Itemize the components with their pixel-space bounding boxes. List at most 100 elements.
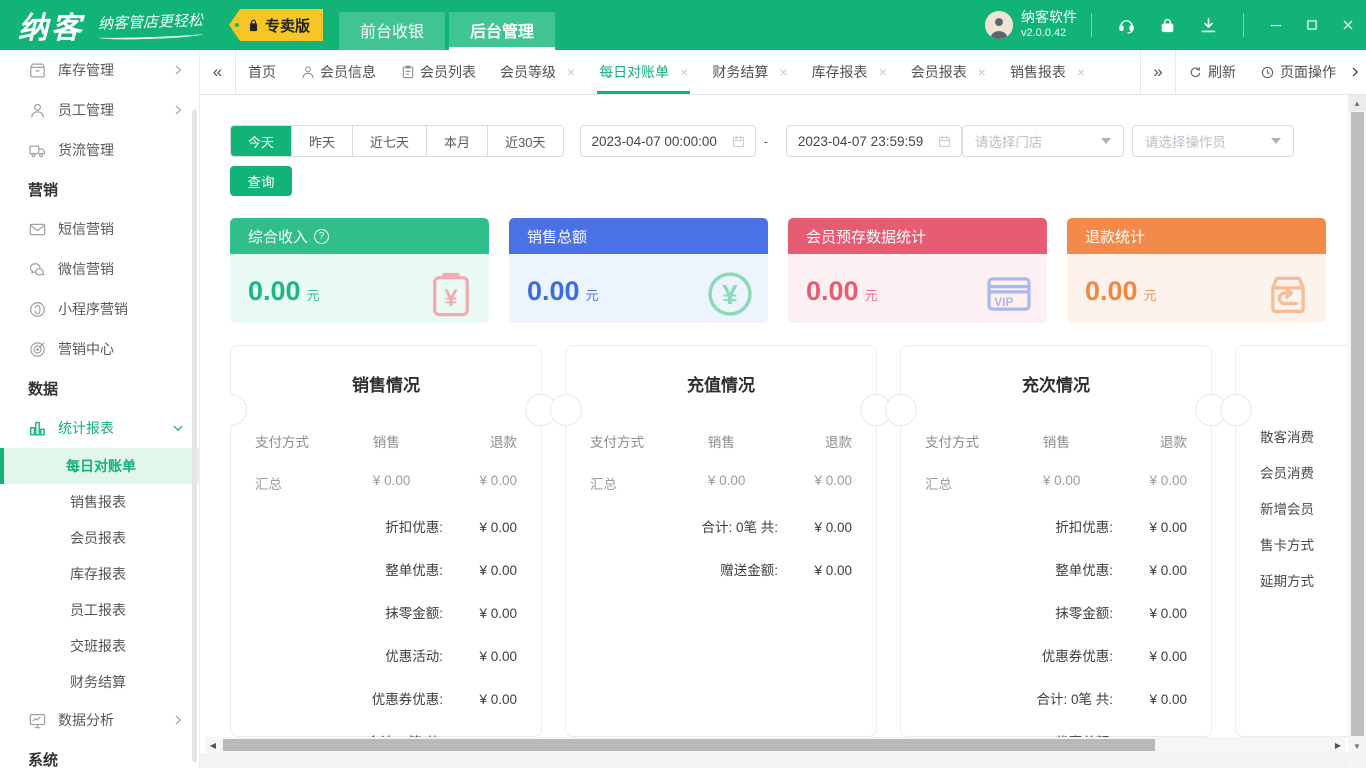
stat-card-0: 综合收入 ? 0.00 元 ¥	[230, 218, 489, 323]
store-select[interactable]: 请选择门店	[962, 125, 1124, 157]
tab-label: 会员列表	[420, 62, 476, 82]
hscroll-right-arrow[interactable]: ▶	[1330, 737, 1346, 753]
page-actions-button[interactable]: 页面操作	[1248, 50, 1348, 94]
tab-5[interactable]: 财务结算 ×	[700, 50, 799, 94]
panel-summary-row: 折扣优惠: ¥ 0.00	[925, 516, 1187, 536]
hscroll-left-arrow[interactable]: ◀	[205, 737, 221, 753]
app-version: v2.0.0.42	[1021, 27, 1077, 41]
user-info[interactable]: 纳客软件 v2.0.0.42	[1021, 9, 1077, 40]
operator-select-placeholder: 请选择操作员	[1145, 131, 1226, 151]
tab-close-icon[interactable]: ×	[1077, 65, 1085, 79]
box-icon	[28, 61, 47, 80]
sidebar-item-17[interactable]: 数据分析	[0, 700, 199, 740]
tab-1[interactable]: 会员信息	[288, 50, 388, 94]
app-window: 纳客 纳客管店更轻松 专卖版 前台收银后台管理 纳客软件 v2.0.0.42 库…	[0, 0, 1366, 768]
vscroll-thumb[interactable]	[1351, 112, 1364, 736]
quick-range-button-3[interactable]: 本月	[426, 126, 487, 156]
tab-close-icon[interactable]: ×	[779, 65, 787, 79]
sidebar-item-4[interactable]: 短信营销	[0, 209, 199, 249]
tabbar: « 首页 会员信息 会员列表 会员等级 × 每日对账单 × 财务结算 × 库存报…	[200, 50, 1366, 95]
date-to-input[interactable]: 2023-04-07 23:59:59	[786, 125, 962, 157]
hscroll-track[interactable]	[221, 737, 1330, 753]
quick-range-button-4[interactable]: 近30天	[487, 126, 562, 156]
sidebar-item-7[interactable]: 营销中心	[0, 329, 199, 369]
close-button[interactable]	[1330, 0, 1366, 50]
lock-icon[interactable]	[1158, 16, 1177, 35]
download-icon[interactable]	[1199, 16, 1218, 35]
sidebar-subitem-14[interactable]: 员工报表	[0, 592, 199, 628]
tabs-collapse-right-button[interactable]: »	[1140, 50, 1176, 94]
filter-row: 今天昨天近七天本月近30天 2023-04-07 00:00:00 - 2023…	[230, 125, 1348, 157]
circle-yuan-icon: ¥	[704, 268, 756, 320]
stat-card-unit: 元	[307, 285, 320, 304]
refresh-button[interactable]: 刷新	[1176, 50, 1248, 94]
sidebar-subitem-13[interactable]: 库存报表	[0, 556, 199, 592]
panel-summary-row: 抹零金额: ¥ 0.00	[925, 602, 1187, 622]
tab-actions: » 刷新 页面操作	[1140, 50, 1366, 94]
panel-column-headers: 支付方式 销售 退款	[590, 431, 852, 451]
chevron-right-icon[interactable]	[1348, 65, 1362, 79]
mail-icon	[28, 220, 47, 239]
panel-summary-row: 优惠活动: ¥ 0.00	[255, 645, 517, 665]
hscroll-thumb[interactable]	[223, 739, 1155, 751]
sidebar-subitem-10[interactable]: 每日对账单	[0, 448, 199, 484]
date-from-input[interactable]: 2023-04-07 00:00:00	[580, 125, 756, 157]
chart-icon	[28, 419, 47, 438]
vscroll-down-arrow[interactable]: ▼	[1348, 738, 1366, 754]
help-icon[interactable]: ?	[314, 229, 329, 244]
topnav-button-0[interactable]: 前台收银	[339, 12, 445, 50]
user-icon	[300, 64, 316, 80]
topnav-button-1[interactable]: 后台管理	[449, 12, 555, 50]
calendar-icon	[731, 134, 746, 149]
edition-badge-label: 专卖版	[265, 15, 310, 36]
query-button[interactable]: 查询	[230, 166, 292, 196]
sidebar-item-5[interactable]: 微信营销	[0, 249, 199, 289]
sidebar-item-1[interactable]: 员工管理	[0, 90, 199, 130]
report-panel-3: 散客消费会员消费新增会员售卡方式延期方式	[1235, 345, 1348, 737]
avatar[interactable]	[985, 11, 1013, 39]
tab-4[interactable]: 每日对账单 ×	[587, 50, 700, 94]
stat-card-unit: 元	[1144, 285, 1157, 304]
customer-service-icon[interactable]	[1117, 16, 1136, 35]
tab-8[interactable]: 销售报表 ×	[998, 50, 1097, 94]
shopping-bag-icon	[245, 17, 262, 34]
quick-range-button-0[interactable]: 今天	[231, 126, 291, 156]
stat-card-title: 销售总额	[509, 218, 768, 254]
operator-select[interactable]: 请选择操作员	[1132, 125, 1294, 157]
tab-0[interactable]: 首页	[236, 50, 288, 94]
tab-close-icon[interactable]: ×	[567, 65, 575, 79]
refresh-label: 刷新	[1208, 62, 1236, 82]
tab-3[interactable]: 会员等级 ×	[488, 50, 587, 94]
sidebar-subitem-11[interactable]: 销售报表	[0, 484, 199, 520]
tab-2[interactable]: 会员列表	[388, 50, 488, 94]
tab-label: 首页	[248, 62, 276, 82]
tab-7[interactable]: 会员报表 ×	[899, 50, 998, 94]
maximize-button[interactable]	[1294, 0, 1330, 50]
minimize-button[interactable]	[1258, 0, 1294, 50]
panel-label-list: 散客消费会员消费新增会员售卡方式延期方式	[1236, 346, 1348, 598]
svg-text:¥: ¥	[444, 285, 458, 312]
sidebar-scrollbar[interactable]	[192, 110, 197, 762]
svg-text:¥: ¥	[722, 279, 738, 310]
horizontal-scrollbar: ◀ ▶	[205, 737, 1346, 753]
quick-range-button-2[interactable]: 近七天	[352, 126, 426, 156]
content-wrap: 今天昨天近七天本月近30天 2023-04-07 00:00:00 - 2023…	[200, 95, 1366, 768]
sidebar-item-9[interactable]: 统计报表	[0, 408, 199, 448]
sidebar-subitem-12[interactable]: 会员报表	[0, 520, 199, 556]
tabs-collapse-left-button[interactable]: «	[200, 50, 236, 94]
tab-6[interactable]: 库存报表 ×	[800, 50, 899, 94]
sidebar-subitem-16[interactable]: 财务结算	[0, 664, 199, 700]
report-panels: 销售情况 支付方式 销售 退款 汇总 ¥ 0.00 ¥ 0.00 折扣优惠: ¥…	[230, 345, 1348, 737]
quick-range-button-1[interactable]: 昨天	[291, 126, 352, 156]
chevron-right-icon	[171, 713, 185, 727]
vertical-scrollbar: ▲ ▼	[1348, 95, 1366, 768]
tab-close-icon[interactable]: ×	[879, 65, 887, 79]
sidebar-item-6[interactable]: 小程序营销	[0, 289, 199, 329]
sidebar-subitem-15[interactable]: 交班报表	[0, 628, 199, 664]
sidebar-item-0[interactable]: 库存管理	[0, 50, 199, 90]
panel-label: 售卡方式	[1260, 526, 1348, 562]
tab-close-icon[interactable]: ×	[680, 65, 688, 79]
vscroll-up-arrow[interactable]: ▲	[1348, 95, 1366, 111]
sidebar-item-2[interactable]: 货流管理	[0, 130, 199, 170]
tab-close-icon[interactable]: ×	[978, 65, 986, 79]
